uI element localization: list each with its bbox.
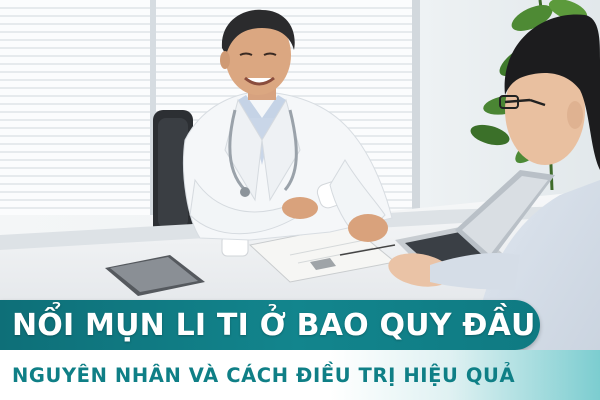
subtitle-banner: NGUYÊN NHÂN VÀ CÁCH ĐIỀU TRỊ HIỆU QUẢ <box>0 350 600 400</box>
page-subtitle: NGUYÊN NHÂN VÀ CÁCH ĐIỀU TRỊ HIỆU QUẢ <box>12 363 516 387</box>
title-banner: NỔI MỤN LI TI Ở BAO QUY ĐẦU <box>0 300 540 350</box>
page-title: NỔI MỤN LI TI Ở BAO QUY ĐẦU <box>12 307 536 343</box>
